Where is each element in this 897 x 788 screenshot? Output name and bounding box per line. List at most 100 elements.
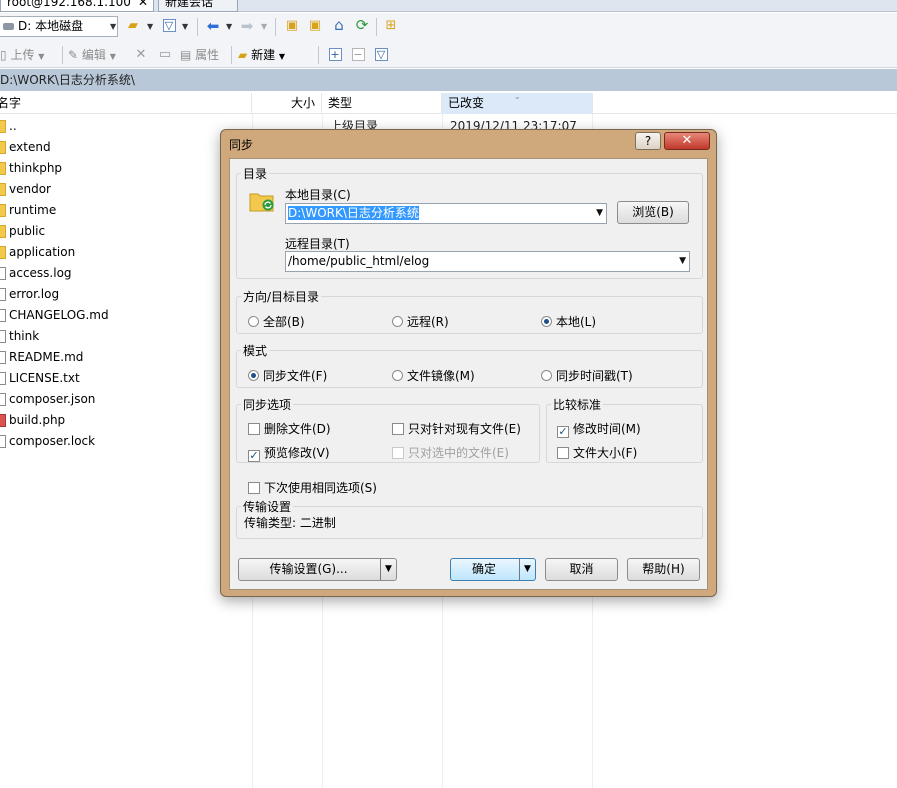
expand-icon[interactable]: + <box>326 46 344 64</box>
home-icon[interactable]: ⌂ <box>330 16 348 34</box>
edit-button[interactable]: ✎ 编辑 ▼ <box>68 46 116 64</box>
synchronize-dialog: 同步 ? ✕ 目录 本地目录(C) D:\WORK\日志分析系统 ▼ 浏览(B)… <box>220 129 717 597</box>
list-item[interactable]: public <box>0 221 45 242</box>
compare-criteria-group-label: 比较标准 <box>553 398 602 412</box>
column-name[interactable]: 名字 <box>0 93 252 114</box>
file-icon <box>0 267 6 280</box>
forward-dropdown-icon[interactable]: ▼ <box>261 22 267 31</box>
dialog-close-button[interactable]: ✕ <box>664 132 710 150</box>
ok-dropdown-icon[interactable]: ▼ <box>519 559 535 580</box>
dialog-client-area: 目录 本地目录(C) D:\WORK\日志分析系统 ▼ 浏览(B) 远程目录(T… <box>229 158 708 590</box>
direction-local-radio[interactable]: 本地(L) <box>541 313 596 330</box>
list-item[interactable]: composer.json <box>0 389 95 410</box>
mode-mirror-radio[interactable]: 文件镜像(M) <box>392 367 475 384</box>
mode-sync-files-radio[interactable]: 同步文件(F) <box>248 367 327 384</box>
use-same-options-checkbox[interactable]: 下次使用相同选项(S) <box>248 479 377 496</box>
remote-dir-label: 远程目录(T) <box>285 235 350 252</box>
preview-changes-checkbox[interactable]: ✓ 预览修改(V) <box>248 444 330 462</box>
ok-button[interactable]: 确定 ▼ <box>450 558 536 581</box>
folder-icon <box>0 120 6 133</box>
delete-icon[interactable]: ✕ <box>132 46 150 64</box>
compare-size-checkbox[interactable]: 文件大小(F) <box>557 444 637 461</box>
file-name: application <box>9 245 76 259</box>
direction-remote-label: 远程(R) <box>407 315 449 329</box>
transfer-settings-button[interactable]: 传输设置(G)... ▼ <box>238 558 397 581</box>
list-item[interactable]: .. <box>0 116 17 137</box>
toolbar-separator <box>318 46 319 64</box>
new-button[interactable]: ▰ 新建 ▼ <box>238 46 285 64</box>
help-button[interactable]: 帮助(H) <box>627 558 700 581</box>
filter-icon[interactable]: ▽ <box>160 17 178 35</box>
filter-dropdown-icon[interactable]: ▼ <box>182 22 188 31</box>
direction-local-label: 本地(L) <box>556 315 597 329</box>
existing-files-only-checkbox[interactable]: 只对针对现有文件(E) <box>392 420 521 437</box>
file-icon <box>0 372 6 385</box>
list-item[interactable]: extend <box>0 137 51 158</box>
local-dir-combo[interactable]: D:\WORK\日志分析系统 ▼ <box>285 203 607 224</box>
tree-view-icon[interactable]: ⊞ <box>382 17 400 35</box>
mode-timestamps-radio[interactable]: 同步时间戳(T) <box>541 367 633 384</box>
upload-button[interactable]: ▯ 上传 ▼ <box>0 46 44 64</box>
root-folder-icon[interactable]: ▣ <box>306 17 324 35</box>
open-folder-icon[interactable]: ▰ <box>124 17 142 35</box>
rename-icon[interactable]: ▭ <box>156 46 174 64</box>
list-item[interactable]: error.log <box>0 284 59 305</box>
file-icon <box>0 351 6 364</box>
local-dir-dropdown-icon[interactable]: ▼ <box>596 204 603 223</box>
local-dir-value: D:\WORK\日志分析系统 <box>288 206 419 220</box>
folder-icon <box>0 162 6 175</box>
back-dropdown-icon[interactable]: ▼ <box>226 22 232 31</box>
column-type[interactable]: 类型 <box>322 93 442 114</box>
dialog-help-button[interactable]: ? <box>635 132 661 150</box>
list-item[interactable]: thinkphp <box>0 158 62 179</box>
current-path: D:\WORK\日志分析系统\ <box>0 73 135 87</box>
parent-folder-icon[interactable]: ▣ <box>283 17 301 35</box>
compare-mtime-checkbox[interactable]: ✓ 修改时间(M) <box>557 420 641 438</box>
file-name: public <box>9 224 46 238</box>
refresh-icon[interactable]: ⟳ <box>353 16 371 34</box>
column-size[interactable]: 大小 <box>252 93 322 114</box>
path-bar[interactable]: D:\WORK\日志分析系统\ <box>0 69 897 91</box>
list-item[interactable]: runtime <box>0 200 56 221</box>
back-arrow-icon[interactable]: ⬅ <box>204 17 222 35</box>
open-folder-dropdown-icon[interactable]: ▼ <box>147 22 153 31</box>
collapse-icon[interactable]: − <box>349 46 367 64</box>
selected-files-only-checkbox[interactable]: 只对选中的文件(E) <box>392 444 509 461</box>
toolbar-separator <box>197 18 198 36</box>
radio-indicator <box>392 370 403 381</box>
list-item[interactable]: application <box>0 242 75 263</box>
list-item[interactable]: think <box>0 326 39 347</box>
file-icon <box>0 330 6 343</box>
browse-button[interactable]: 浏览(B) <box>617 201 689 224</box>
list-item[interactable]: vendor <box>0 179 51 200</box>
tab-new-session-label: 新建会话 <box>165 0 214 9</box>
properties-button[interactable]: ▤ 属性 <box>180 46 219 64</box>
properties-icon: ▤ <box>180 48 192 62</box>
remote-dir-dropdown-icon[interactable]: ▼ <box>679 252 686 271</box>
list-item[interactable]: access.log <box>0 263 72 284</box>
folder-icon <box>0 141 6 154</box>
list-item[interactable]: README.md <box>0 347 83 368</box>
drive-dropdown-icon[interactable]: ▼ <box>110 22 116 31</box>
delete-files-checkbox[interactable]: 删除文件(D) <box>248 420 331 437</box>
file-name: CHANGELOG.md <box>9 308 109 322</box>
direction-both-radio[interactable]: 全部(B) <box>248 313 305 330</box>
direction-group-label: 方向/目标目录 <box>243 290 320 304</box>
tab-close-icon[interactable]: ✕ <box>138 0 148 10</box>
tab-new-session[interactable]: 新建会话 <box>158 0 238 12</box>
column-modified[interactable]: 已改变 ⌄ <box>442 92 593 114</box>
cancel-button[interactable]: 取消 <box>545 558 618 581</box>
tab-session-root[interactable]: root@192.168.1.100 ✕ <box>0 0 154 12</box>
forward-arrow-icon[interactable]: ➡ <box>238 17 256 35</box>
column-modified-label: 已改变 <box>448 96 485 110</box>
list-item[interactable]: build.php <box>0 410 65 431</box>
list-item[interactable]: LICENSE.txt <box>0 368 80 389</box>
file-name: error.log <box>9 287 60 301</box>
direction-remote-radio[interactable]: 远程(R) <box>392 313 449 330</box>
list-item[interactable]: composer.lock <box>0 431 95 452</box>
select-filter-icon[interactable]: ▽ <box>372 46 390 64</box>
list-item[interactable]: CHANGELOG.md <box>0 305 109 326</box>
remote-dir-combo[interactable]: /home/public_html/elog ▼ <box>285 251 690 272</box>
drive-selector[interactable]: D: 本地磁盘 <box>0 16 118 37</box>
transfer-settings-dropdown-icon[interactable]: ▼ <box>380 559 396 580</box>
